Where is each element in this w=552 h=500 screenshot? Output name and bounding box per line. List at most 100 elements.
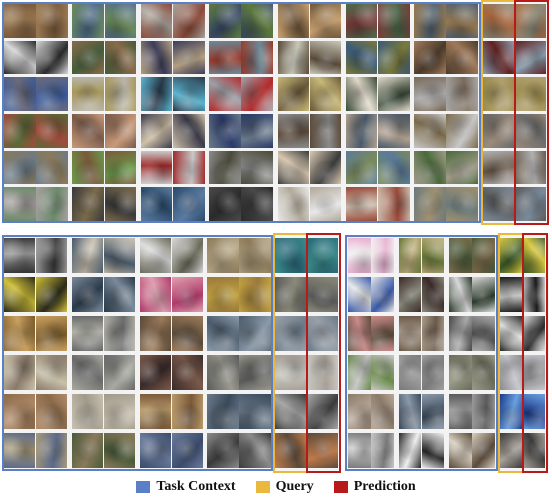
image-thumbnail bbox=[345, 114, 378, 148]
image-texture bbox=[348, 433, 371, 468]
image-thumbnail bbox=[499, 277, 523, 312]
image-thumbnail bbox=[398, 394, 422, 429]
image-thumbnail bbox=[482, 40, 515, 75]
legend: Task Context Query Prediction bbox=[0, 476, 552, 498]
image-texture bbox=[371, 433, 394, 468]
image-thumbnail bbox=[514, 77, 547, 111]
image-texture bbox=[171, 355, 203, 390]
image-thumbnail bbox=[348, 355, 371, 390]
image-texture bbox=[275, 238, 307, 273]
image-thumbnail bbox=[414, 40, 446, 75]
image-texture bbox=[172, 40, 205, 75]
image-thumbnail bbox=[103, 316, 135, 351]
image-thumbnail bbox=[239, 433, 271, 468]
image-texture bbox=[309, 187, 342, 221]
image-texture bbox=[446, 77, 479, 111]
image-thumbnail bbox=[4, 150, 36, 185]
image-thumbnail bbox=[378, 187, 410, 221]
image-texture bbox=[103, 238, 135, 273]
image-texture bbox=[446, 4, 479, 38]
image-texture bbox=[371, 394, 394, 429]
image-texture bbox=[209, 114, 241, 148]
image-thumbnail bbox=[472, 433, 495, 468]
image-texture bbox=[348, 394, 371, 429]
image-texture bbox=[421, 277, 445, 312]
image-thumbnail bbox=[275, 355, 307, 390]
image-thumbnail bbox=[482, 150, 515, 185]
image-thumbnail bbox=[139, 316, 171, 351]
image-texture bbox=[171, 316, 203, 351]
image-thumbnail bbox=[522, 238, 546, 273]
image-texture bbox=[103, 316, 135, 351]
image-thumbnail bbox=[171, 394, 203, 429]
image-thumbnail bbox=[398, 238, 422, 273]
image-texture bbox=[104, 187, 137, 221]
image-texture bbox=[35, 316, 68, 351]
image-thumbnail bbox=[207, 433, 239, 468]
image-thumbnail bbox=[414, 150, 446, 185]
image-thumbnail bbox=[172, 150, 205, 185]
image-texture bbox=[209, 187, 241, 221]
image-thumbnail bbox=[378, 150, 410, 185]
image-thumbnail bbox=[449, 394, 472, 429]
image-texture bbox=[71, 238, 104, 273]
image-thumbnail bbox=[446, 187, 479, 221]
image-thumbnail bbox=[4, 277, 36, 312]
image-texture bbox=[449, 394, 472, 429]
image-texture bbox=[482, 114, 515, 148]
image-texture bbox=[209, 150, 241, 185]
image-texture bbox=[421, 238, 445, 273]
image-texture bbox=[398, 277, 422, 312]
image-thumbnail bbox=[371, 355, 394, 390]
image-thumbnail bbox=[309, 114, 342, 148]
image-texture bbox=[71, 355, 104, 390]
image-texture bbox=[139, 394, 171, 429]
image-thumbnail bbox=[241, 4, 273, 38]
image-texture bbox=[378, 77, 410, 111]
image-thumbnail bbox=[104, 4, 137, 38]
image-texture bbox=[140, 40, 173, 75]
image-thumbnail bbox=[4, 77, 36, 111]
image-thumbnail bbox=[307, 394, 339, 429]
image-texture bbox=[71, 277, 104, 312]
image-thumbnail bbox=[371, 277, 394, 312]
image-thumbnail bbox=[239, 238, 271, 273]
image-thumbnail bbox=[446, 40, 479, 75]
image-texture bbox=[348, 316, 371, 351]
image-thumbnail bbox=[414, 77, 446, 111]
image-thumbnail bbox=[172, 4, 205, 38]
image-texture bbox=[35, 355, 68, 390]
image-texture bbox=[104, 77, 137, 111]
image-texture bbox=[482, 187, 515, 221]
image-texture bbox=[275, 277, 307, 312]
image-thumbnail bbox=[104, 150, 137, 185]
image-thumbnail bbox=[499, 355, 523, 390]
image-thumbnail bbox=[514, 187, 547, 221]
image-thumbnail bbox=[36, 114, 68, 148]
image-texture bbox=[171, 277, 203, 312]
legend-swatch-task-context bbox=[136, 481, 151, 493]
image-texture bbox=[103, 433, 135, 468]
image-thumbnail bbox=[277, 187, 310, 221]
legend-swatch-prediction bbox=[333, 481, 348, 493]
image-texture bbox=[371, 277, 394, 312]
image-texture bbox=[172, 77, 205, 111]
image-thumbnail bbox=[103, 355, 135, 390]
image-texture bbox=[35, 238, 68, 273]
image-texture bbox=[104, 114, 137, 148]
image-thumbnail bbox=[309, 150, 342, 185]
image-thumbnail bbox=[207, 394, 239, 429]
image-thumbnail bbox=[241, 114, 273, 148]
image-thumbnail bbox=[371, 316, 394, 351]
image-thumbnail bbox=[307, 433, 339, 468]
image-thumbnail bbox=[482, 4, 515, 38]
image-texture bbox=[171, 433, 203, 468]
image-texture bbox=[207, 355, 239, 390]
image-thumbnail bbox=[277, 40, 310, 75]
image-texture bbox=[514, 40, 547, 75]
image-thumbnail bbox=[449, 238, 472, 273]
image-thumbnail bbox=[345, 77, 378, 111]
image-texture bbox=[449, 277, 472, 312]
image-thumbnail bbox=[140, 114, 173, 148]
image-texture bbox=[241, 150, 273, 185]
